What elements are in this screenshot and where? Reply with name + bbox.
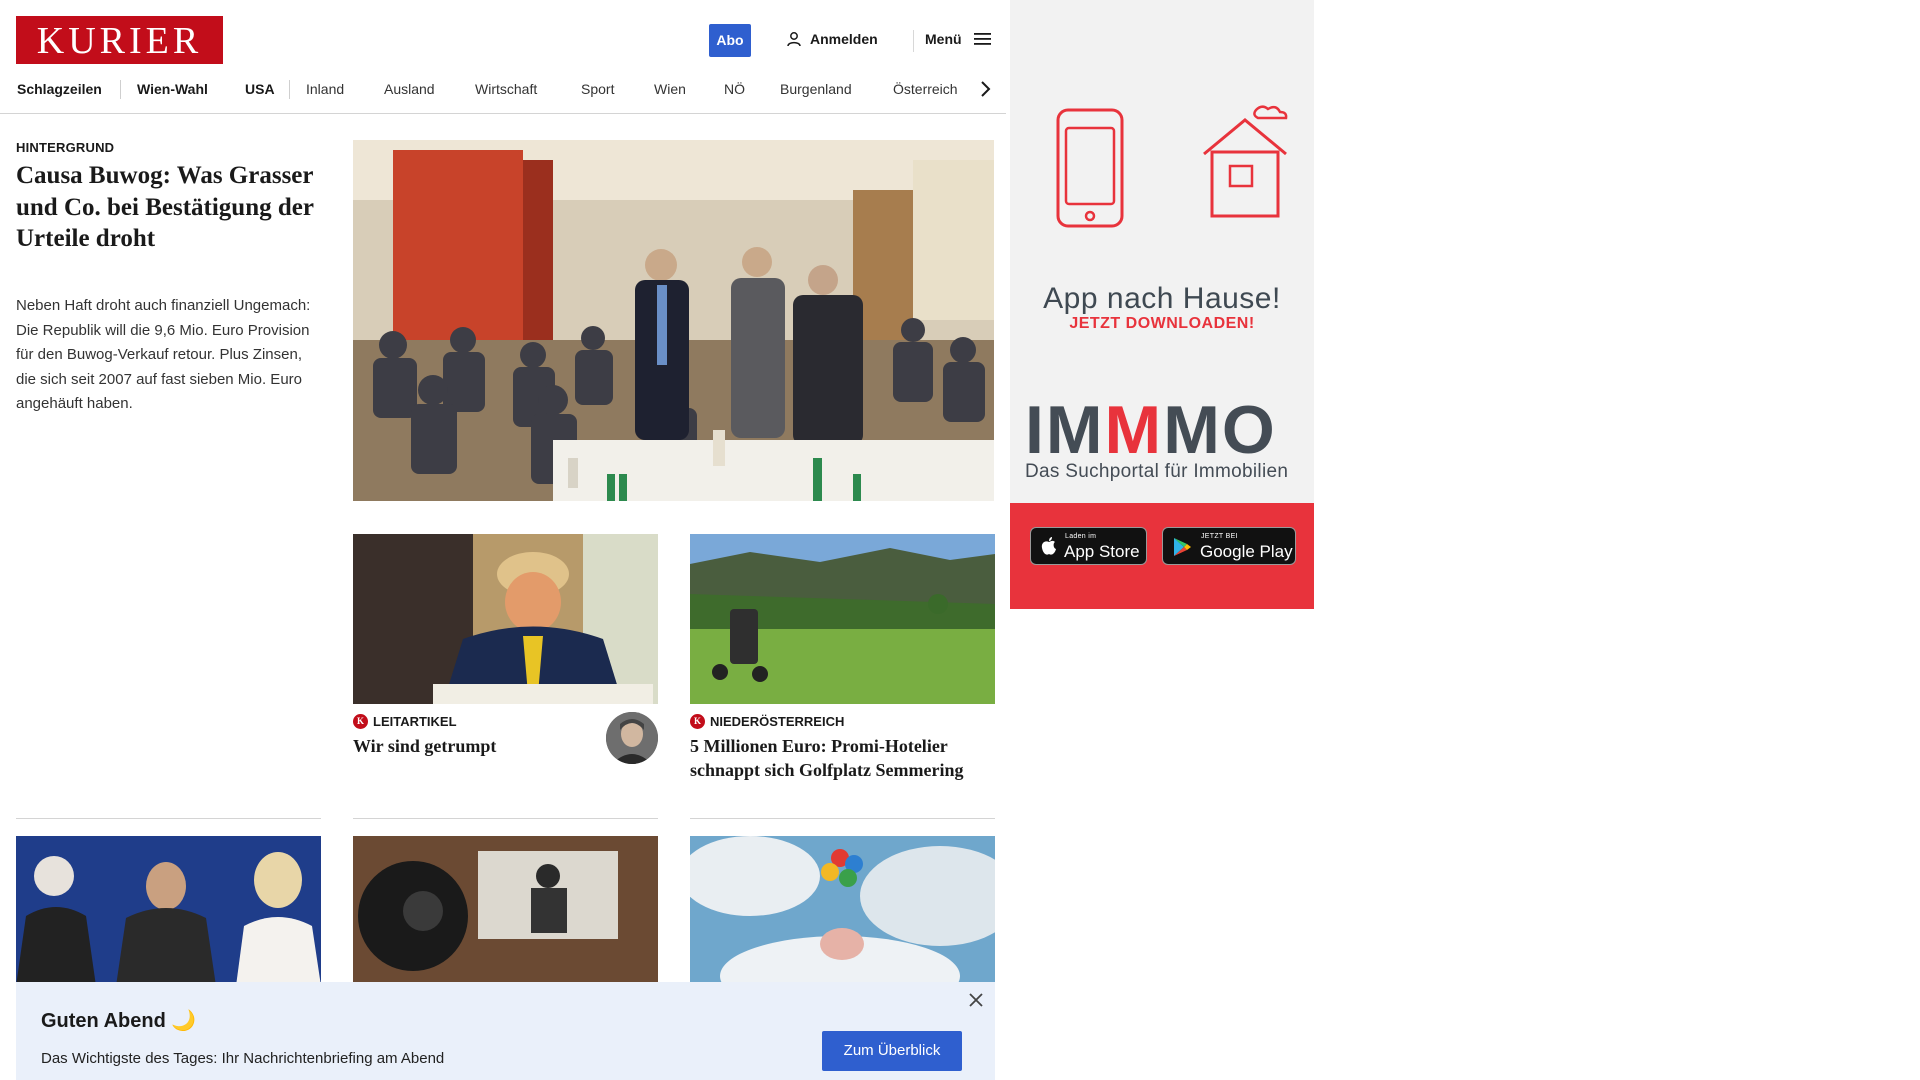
header-divider xyxy=(913,30,914,52)
menu-button[interactable]: Menü xyxy=(925,31,991,47)
close-icon[interactable] xyxy=(968,992,984,1008)
nav-item-inland[interactable]: Inland xyxy=(306,81,344,97)
row-divider xyxy=(690,818,995,819)
card-1-headline[interactable]: Wir sind getrumpt xyxy=(353,734,593,758)
card-2-category: NIEDERÖSTERREICH xyxy=(710,714,845,729)
nav-item-wien-wahl[interactable]: Wien-Wahl xyxy=(137,81,208,97)
author-portrait xyxy=(606,712,658,764)
login-label: Anmelden xyxy=(810,31,878,47)
immmo-logo: IMMMO xyxy=(1025,392,1277,468)
card-1-meta: K LEITARTIKEL xyxy=(353,714,457,729)
chevron-right-icon[interactable] xyxy=(976,78,994,100)
header: KURIER Abo Anmelden Menü xyxy=(0,0,1006,72)
abo-button[interactable]: Abo xyxy=(709,24,751,57)
app-store-strip: Laden im App Store JETZT BEI Google Play xyxy=(1010,503,1314,609)
golf-illustration xyxy=(690,534,995,704)
apple-icon xyxy=(1041,537,1056,555)
row-divider xyxy=(353,818,658,819)
app-store-label: App Store xyxy=(1064,542,1140,561)
phone-house-icon xyxy=(1056,105,1288,228)
nav-separator xyxy=(289,80,290,99)
hero-category: HINTERGRUND xyxy=(16,140,115,155)
app-store-small: Laden im xyxy=(1065,533,1097,540)
overview-button[interactable]: Zum Überblick xyxy=(822,1031,962,1071)
user-icon xyxy=(787,32,801,47)
photo-trump[interactable] xyxy=(353,534,658,704)
kurier-plus-badge-icon: K xyxy=(353,714,368,729)
app-store-button[interactable]: Laden im App Store xyxy=(1030,527,1147,565)
banner-greeting: Guten Abend 🌙 xyxy=(41,1010,197,1032)
evening-briefing-banner: Guten Abend 🌙 Das Wichtigste des Tages: … xyxy=(16,982,995,1080)
trump-illustration xyxy=(353,534,658,704)
nav-separator xyxy=(120,80,121,99)
login-button[interactable]: Anmelden xyxy=(786,31,878,47)
card-2-meta: K NIEDERÖSTERREICH xyxy=(690,714,844,729)
kurier-logo[interactable]: KURIER xyxy=(16,16,223,64)
ad-headline: App nach Hause! xyxy=(1043,282,1281,315)
hero-teaser: Neben Haft droht auch finanziell Ungemac… xyxy=(16,297,311,412)
nav-item-wirtschaft[interactable]: Wirtschaft xyxy=(475,81,537,97)
row-divider xyxy=(16,818,321,819)
card-1-category: LEITARTIKEL xyxy=(373,714,457,729)
courtroom-illustration xyxy=(353,140,994,501)
google-play-label: Google Play xyxy=(1200,542,1293,561)
nav-item-schlagzeilen[interactable]: Schlagzeilen xyxy=(17,81,102,97)
google-play-small: JETZT BEI xyxy=(1201,533,1238,540)
hero-photo-courtroom[interactable] xyxy=(353,140,994,501)
google-play-icon xyxy=(1174,538,1191,556)
immmo-advertisement[interactable]: App nach Hause! JETZT DOWNLOADEN! IMMMO … xyxy=(1010,0,1314,609)
nav-item-usa[interactable]: USA xyxy=(245,81,275,97)
court-tv-illustration xyxy=(353,836,658,986)
section-nav: Schlagzeilen Wien-Wahl USA Inland Auslan… xyxy=(0,72,1006,114)
banner-text: Das Wichtigste des Tages: Ihr Nachrichte… xyxy=(41,1050,445,1067)
kurier-page: KURIER Abo Anmelden Menü Schlagzeilen Wi… xyxy=(0,0,1006,1080)
nav-item-burgenland[interactable]: Burgenland xyxy=(780,81,852,97)
ad-subline: JETZT DOWNLOADEN! xyxy=(1069,315,1255,332)
photo-court-tv[interactable] xyxy=(353,836,658,986)
kurier-plus-badge-icon: K xyxy=(690,714,705,729)
pig-balloons-illustration xyxy=(690,836,995,986)
nav-item-wien[interactable]: Wien xyxy=(654,81,686,97)
nav-item-oesterreich[interactable]: Österreich xyxy=(893,81,958,97)
author-avatar[interactable] xyxy=(606,712,658,764)
hamburger-icon xyxy=(973,33,991,45)
google-play-button[interactable]: JETZT BEI Google Play xyxy=(1162,527,1296,565)
card-2-headline[interactable]: 5 Millionen Euro: Promi-Hotelier schnapp… xyxy=(690,734,990,782)
nav-item-sport[interactable]: Sport xyxy=(581,81,614,97)
hero-headline[interactable]: Causa Buwog: Was Grasser und Co. bei Bes… xyxy=(16,160,316,255)
nav-item-noe[interactable]: NÖ xyxy=(724,81,745,97)
menu-label: Menü xyxy=(925,31,962,47)
photo-pig-balloons[interactable] xyxy=(690,836,995,986)
photo-golf-semmering[interactable] xyxy=(690,534,995,704)
photo-eu-council[interactable] xyxy=(16,836,321,986)
ad-tagline: Das Suchportal für Immobilien xyxy=(1025,461,1289,482)
nav-item-ausland[interactable]: Ausland xyxy=(384,81,435,97)
eu-council-illustration xyxy=(16,836,321,986)
